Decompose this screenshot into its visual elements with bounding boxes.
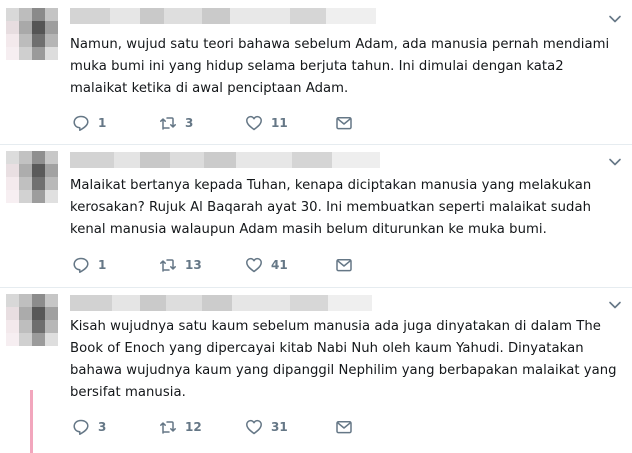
avatar[interactable] — [6, 294, 58, 346]
like-button[interactable]: 41 — [245, 256, 335, 274]
like-button[interactable]: 11 — [245, 114, 335, 132]
like-count: 31 — [271, 420, 288, 434]
thread-line — [30, 390, 33, 453]
like-icon — [246, 419, 262, 435]
tweet-text: Kisah wujudnya satu kaum sebelum manusia… — [70, 319, 617, 400]
tweet[interactable]: Namun, wujud satu teori bahawa sebelum A… — [0, 0, 632, 144]
like-icon — [246, 257, 262, 273]
like-icon — [246, 115, 262, 131]
tweet-actions: 1 13 41 — [72, 255, 353, 275]
retweet-icon — [160, 117, 176, 130]
reply-icon — [73, 419, 89, 435]
retweet-button[interactable]: 3 — [159, 114, 245, 132]
tweet[interactable]: Malaikat bertanya kepada Tuhan, kenapa d… — [0, 145, 632, 289]
like-count: 41 — [271, 258, 288, 272]
chevron-down-icon[interactable] — [608, 155, 622, 169]
tweet-text: Malaikat bertanya kepada Tuhan, kenapa d… — [70, 178, 592, 237]
tweet[interactable]: Kisah wujudnya satu kaum sebelum manusia… — [0, 288, 632, 453]
chevron-down-icon[interactable] — [608, 12, 622, 26]
reply-count: 1 — [98, 258, 107, 272]
direct-message-button[interactable] — [335, 256, 353, 274]
retweet-icon — [160, 421, 176, 434]
avatar[interactable] — [6, 8, 58, 60]
reply-button[interactable]: 1 — [72, 256, 159, 274]
tweet-text: Namun, wujud satu teori bahawa sebelum A… — [70, 37, 610, 96]
retweet-button[interactable]: 13 — [159, 256, 245, 274]
retweet-count: 13 — [185, 258, 202, 272]
reply-count: 1 — [98, 116, 107, 130]
reply-count: 3 — [98, 420, 107, 434]
reply-icon — [73, 257, 89, 273]
direct-message-icon — [336, 259, 352, 272]
user-name-blurred[interactable] — [70, 152, 380, 168]
reply-icon — [73, 115, 89, 131]
retweet-icon — [160, 259, 176, 272]
direct-message-icon — [336, 117, 352, 130]
direct-message-button[interactable] — [335, 114, 353, 132]
like-count: 11 — [271, 116, 288, 130]
direct-message-icon — [336, 421, 352, 434]
like-button[interactable]: 31 — [245, 418, 335, 436]
tweet-actions: 3 12 31 — [72, 417, 353, 437]
reply-button[interactable]: 1 — [72, 114, 159, 132]
retweet-count: 12 — [185, 420, 202, 434]
retweet-button[interactable]: 12 — [159, 418, 245, 436]
user-name-blurred[interactable] — [70, 295, 372, 311]
retweet-count: 3 — [185, 116, 194, 130]
tweet-actions: 1 3 11 — [72, 113, 353, 133]
avatar[interactable] — [6, 151, 58, 203]
reply-button[interactable]: 3 — [72, 418, 159, 436]
chevron-down-icon[interactable] — [608, 298, 622, 312]
user-name-blurred[interactable] — [70, 8, 376, 24]
direct-message-button[interactable] — [335, 418, 353, 436]
